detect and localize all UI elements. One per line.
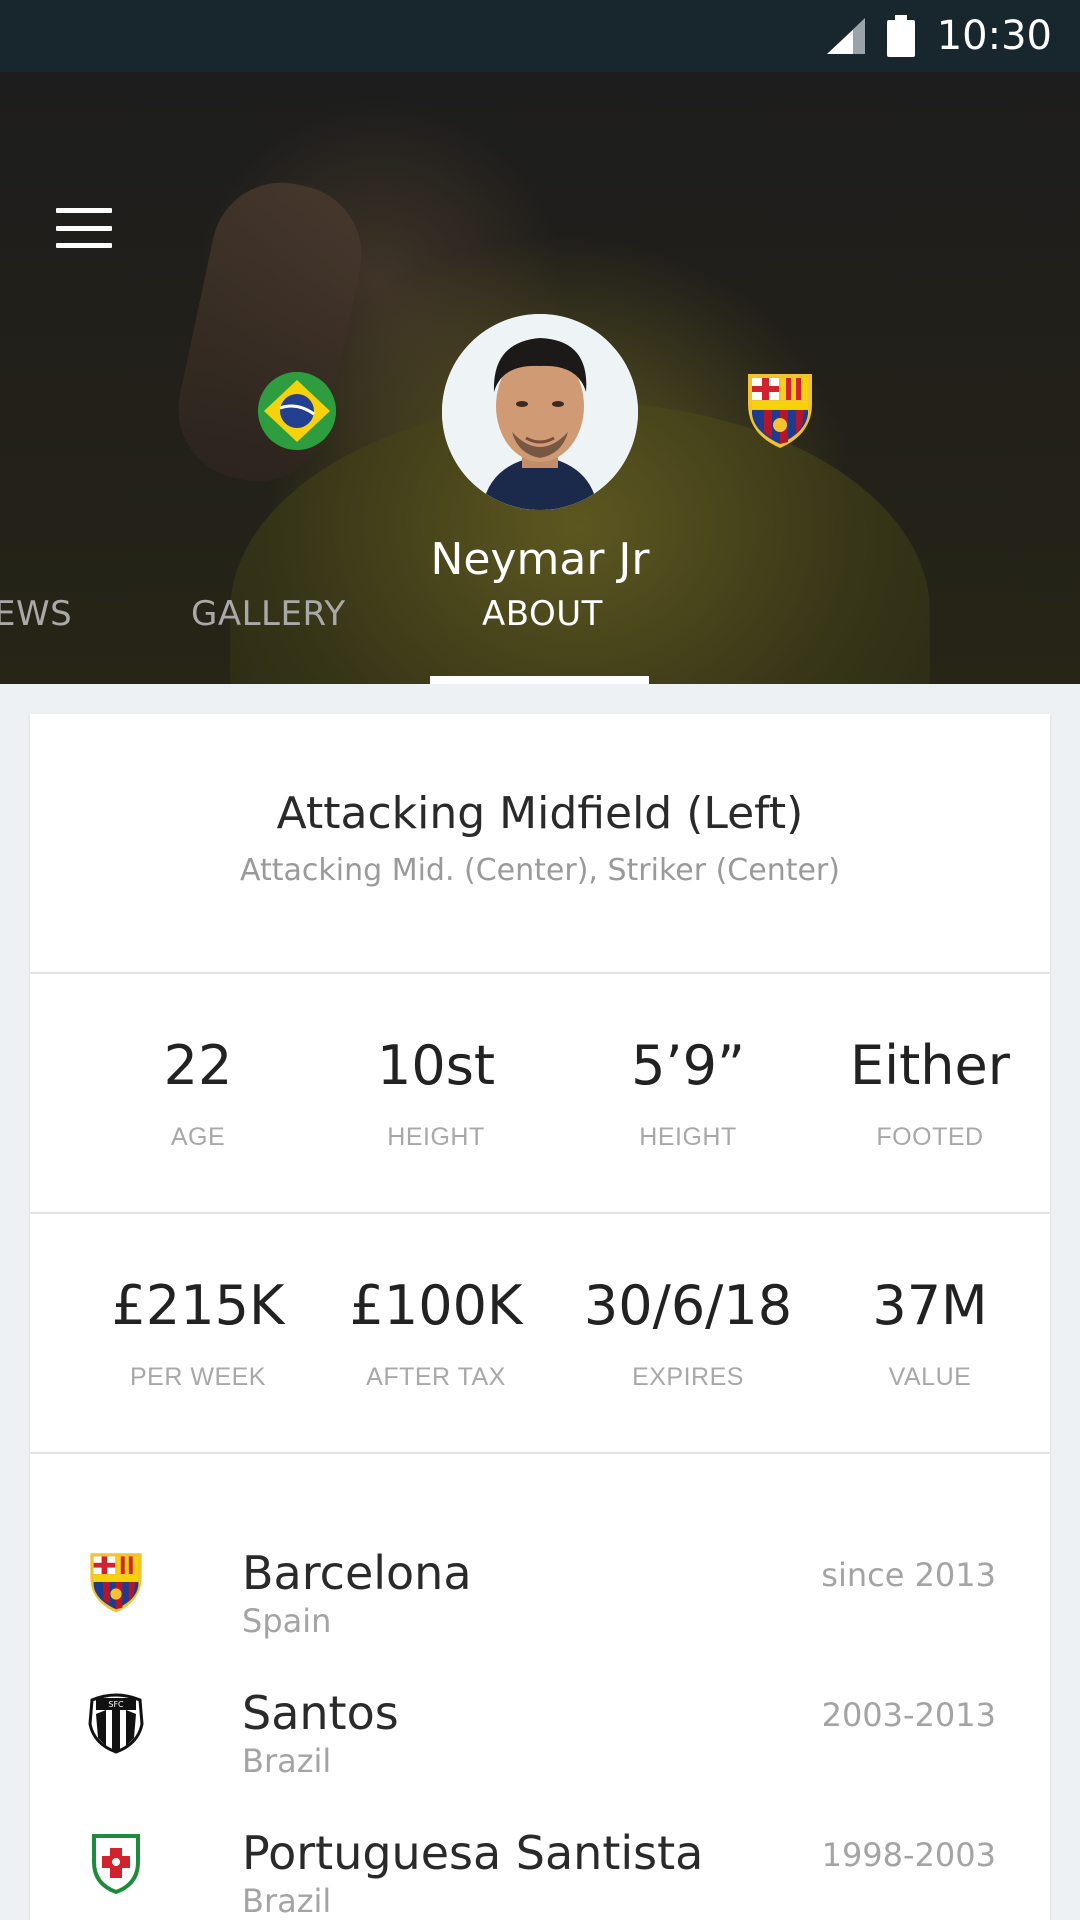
- stat-label: PER WEEK: [130, 1363, 266, 1391]
- contract-stats-row: £215K PER WEEK £100K AFTER TAX 30/6/18 E…: [30, 1214, 1050, 1454]
- stat-value: £100K: [349, 1274, 523, 1337]
- club-country: Spain: [242, 1602, 332, 1640]
- stat-label: HEIGHT: [387, 1123, 485, 1151]
- secondary-positions: Attacking Mid. (Center), Striker (Center…: [240, 853, 840, 888]
- stat-weight: 10st HEIGHT: [316, 1034, 556, 1152]
- active-tab-indicator: [430, 676, 649, 684]
- stat-value: 5’9”: [631, 1034, 745, 1097]
- menu-button[interactable]: [56, 208, 112, 248]
- stat-value: 37M: [872, 1274, 988, 1337]
- brazil-flag-icon[interactable]: [258, 372, 336, 450]
- portuguesa-crest-icon: [86, 1830, 146, 1895]
- stat-value: 22: [163, 1034, 233, 1097]
- stat-footed: Either FOOTED: [810, 1034, 1050, 1152]
- signal-icon: [826, 18, 865, 54]
- santos-crest-icon: SFC: [86, 1690, 146, 1754]
- stat-value-total: 37M VALUE: [810, 1274, 1050, 1392]
- stat-value: 30/6/18: [583, 1274, 793, 1337]
- stat-per-week: £215K PER WEEK: [78, 1274, 318, 1392]
- clock: 10:30: [936, 13, 1052, 59]
- menu-bar: [56, 225, 112, 231]
- club-name: Santos: [242, 1686, 399, 1740]
- stat-value: 10st: [376, 1034, 496, 1097]
- stat-label: HEIGHT: [639, 1123, 737, 1151]
- club-item-portuguesa-santista[interactable]: Portuguesa Santista Brazil 1998-2003: [30, 1826, 1050, 1920]
- stat-age: 22 AGE: [78, 1034, 318, 1152]
- hero-background-arm: [165, 169, 375, 495]
- club-country: Brazil: [242, 1882, 332, 1920]
- primary-position: Attacking Midfield (Left): [276, 788, 804, 839]
- club-item-barcelona[interactable]: Barcelona Spain since 2013: [30, 1546, 1050, 1686]
- barcelona-crest-icon[interactable]: [744, 370, 816, 450]
- tab-about[interactable]: ABOUT: [482, 594, 603, 634]
- club-history-list: Barcelona Spain since 2013 SFC Santos Br…: [30, 1454, 1050, 1920]
- svg-text:SFC: SFC: [108, 1700, 124, 1709]
- stat-label: AGE: [170, 1123, 226, 1151]
- stat-label: VALUE: [888, 1363, 972, 1391]
- barcelona-crest-icon: [86, 1550, 146, 1614]
- club-item-santos[interactable]: SFC Santos Brazil 2003-2013: [30, 1686, 1050, 1826]
- status-bar: 10:30: [0, 0, 1080, 72]
- stat-expires: 30/6/18 EXPIRES: [568, 1274, 808, 1392]
- player-name: Neymar Jr: [430, 534, 650, 585]
- about-card: Attacking Midfield (Left) Attacking Mid.…: [30, 714, 1050, 1920]
- club-period: 1998-2003: [821, 1836, 996, 1874]
- stat-height: 5’9” HEIGHT: [568, 1034, 808, 1152]
- menu-bar: [56, 243, 112, 248]
- stat-after-tax: £100K AFTER TAX: [316, 1274, 556, 1392]
- club-country: Brazil: [242, 1742, 332, 1780]
- tab-gallery[interactable]: GALLERY: [191, 594, 346, 634]
- physical-stats-row: 22 AGE 10st HEIGHT 5’9” HEIGHT Either FO…: [30, 974, 1050, 1214]
- position-section: Attacking Midfield (Left) Attacking Mid.…: [30, 714, 1050, 974]
- tab-news[interactable]: EWS: [0, 594, 72, 634]
- stat-label: AFTER TAX: [366, 1363, 506, 1391]
- stat-label: FOOTED: [876, 1123, 984, 1151]
- battery-icon: [886, 15, 915, 57]
- club-period: since 2013: [821, 1556, 996, 1594]
- stat-value: Either: [850, 1034, 1010, 1097]
- club-name: Barcelona: [242, 1546, 472, 1600]
- player-avatar[interactable]: [442, 314, 638, 510]
- club-period: 2003-2013: [821, 1696, 996, 1734]
- club-name: Portuguesa Santista: [242, 1826, 704, 1880]
- tab-bar: EWS GALLERY ABOUT: [0, 580, 1080, 684]
- menu-bar: [56, 208, 112, 213]
- stat-value: £215K: [111, 1274, 285, 1337]
- stat-label: EXPIRES: [632, 1363, 744, 1391]
